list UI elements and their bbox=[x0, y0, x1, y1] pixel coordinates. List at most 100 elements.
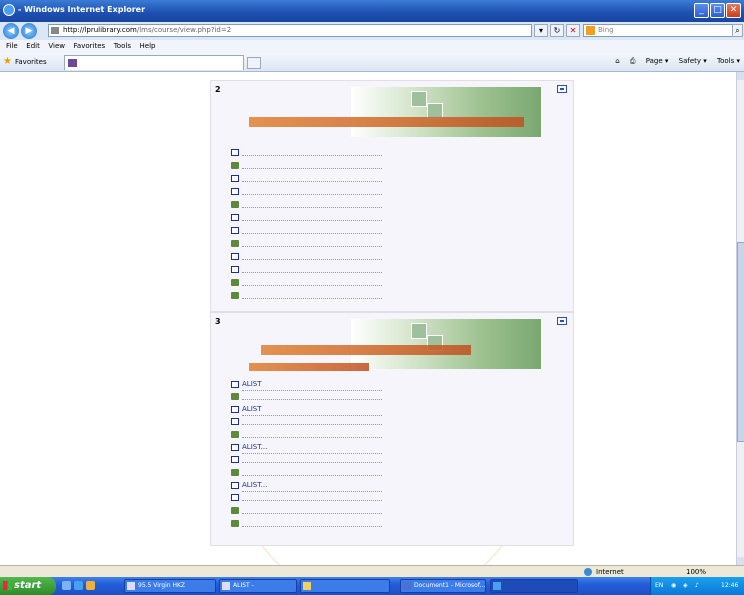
taskbar-item-active[interactable] bbox=[490, 579, 578, 593]
home-icon[interactable]: ⌂ bbox=[615, 57, 619, 65]
site-favicon-icon bbox=[51, 27, 59, 34]
close-button[interactable]: ✕ bbox=[726, 3, 741, 18]
list-item[interactable] bbox=[231, 251, 561, 264]
menu-bar: File Edit View Favorites Tools Help bbox=[0, 40, 744, 54]
taskbar-item[interactable]: 95.5 Virgin HKZ bbox=[124, 579, 216, 593]
list-item[interactable] bbox=[231, 416, 561, 429]
language-indicator[interactable]: EN bbox=[655, 577, 663, 595]
list-item[interactable]: ALIST bbox=[231, 404, 561, 416]
search-button[interactable]: ⌕ bbox=[732, 24, 743, 37]
zoom-level[interactable]: 100% bbox=[686, 568, 706, 576]
search-input[interactable]: Bing bbox=[583, 24, 733, 37]
list-item[interactable] bbox=[231, 199, 561, 212]
course-main-area: 2 3 ALIST ALIST ALIST... ALIST... bbox=[30, 72, 734, 565]
taskbar: start 95.5 Virgin HKZ ALIST - Document1 … bbox=[0, 577, 744, 595]
scroll-down-arrow-icon[interactable] bbox=[737, 557, 744, 565]
taskbar-item[interactable]: ALIST - bbox=[219, 579, 297, 593]
back-button[interactable]: ◀ bbox=[3, 23, 19, 39]
internet-explorer-icon[interactable] bbox=[74, 581, 83, 590]
collapse-icon[interactable] bbox=[557, 85, 567, 93]
section-banner bbox=[231, 319, 541, 371]
course-section-2: 2 bbox=[210, 80, 574, 312]
collapse-icon[interactable] bbox=[557, 317, 567, 325]
quiz-icon bbox=[231, 431, 239, 438]
list-item[interactable] bbox=[231, 147, 561, 160]
section-number: 3 bbox=[215, 317, 221, 326]
list-item[interactable] bbox=[231, 238, 561, 251]
internet-explorer-icon bbox=[493, 582, 501, 590]
menu-view[interactable]: View bbox=[48, 40, 65, 53]
refresh-button[interactable]: ↻ bbox=[550, 24, 564, 37]
section-items bbox=[231, 147, 561, 303]
security-zone: Internet bbox=[596, 568, 624, 576]
list-item[interactable] bbox=[231, 186, 561, 199]
quiz-icon bbox=[231, 393, 239, 400]
page-icon bbox=[231, 175, 239, 182]
page-icon bbox=[231, 188, 239, 195]
quicklaunch-icon[interactable] bbox=[86, 581, 95, 590]
scrollbar-thumb[interactable] bbox=[737, 242, 744, 442]
favorites-star-icon[interactable]: ★ bbox=[3, 57, 12, 67]
maximize-button[interactable]: □ bbox=[710, 3, 725, 18]
address-dropdown-button[interactable]: ▾ bbox=[534, 24, 548, 37]
app-icon bbox=[222, 582, 230, 590]
minimize-button[interactable]: _ bbox=[694, 3, 709, 18]
quiz-icon bbox=[231, 292, 239, 299]
menu-tools[interactable]: Tools bbox=[114, 40, 131, 53]
list-item[interactable]: ALIST bbox=[231, 379, 561, 391]
list-item[interactable] bbox=[231, 505, 561, 518]
list-item[interactable] bbox=[231, 173, 561, 186]
list-item[interactable] bbox=[231, 290, 561, 303]
list-item[interactable] bbox=[231, 212, 561, 225]
taskbar-item[interactable]: Document1 - Microsof... bbox=[400, 579, 486, 593]
start-button[interactable]: start bbox=[0, 577, 56, 595]
scroll-up-arrow-icon[interactable] bbox=[737, 72, 744, 80]
quiz-icon bbox=[231, 240, 239, 247]
list-item[interactable] bbox=[231, 454, 561, 467]
list-item[interactable] bbox=[231, 225, 561, 238]
list-item[interactable] bbox=[231, 492, 561, 505]
safety-menu[interactable]: Safety ▾ bbox=[679, 57, 707, 65]
list-item[interactable] bbox=[231, 264, 561, 277]
new-tab-button[interactable] bbox=[247, 57, 261, 69]
list-item[interactable]: ALIST... bbox=[231, 480, 561, 492]
quiz-icon bbox=[231, 520, 239, 527]
clock: 12:46 bbox=[721, 582, 739, 589]
list-item[interactable] bbox=[231, 467, 561, 480]
menu-help[interactable]: Help bbox=[140, 40, 156, 53]
course-section-3: 3 ALIST ALIST ALIST... ALIST... bbox=[210, 312, 574, 546]
command-bar: ⌂ ⎙ Page ▾ Safety ▾ Tools ▾ bbox=[607, 57, 740, 66]
section-number: 2 bbox=[215, 85, 221, 94]
forward-button[interactable]: ▶ bbox=[21, 23, 37, 39]
section-items: ALIST ALIST ALIST... ALIST... bbox=[231, 379, 561, 531]
list-item[interactable] bbox=[231, 518, 561, 531]
menu-edit[interactable]: Edit bbox=[26, 40, 40, 53]
show-desktop-icon[interactable] bbox=[62, 581, 71, 590]
vertical-scrollbar[interactable] bbox=[736, 72, 744, 565]
menu-favorites[interactable]: Favorites bbox=[74, 40, 106, 53]
tray-icon[interactable]: ◈ bbox=[683, 577, 688, 595]
list-item[interactable] bbox=[231, 429, 561, 442]
stop-button[interactable]: ✕ bbox=[566, 24, 580, 37]
print-icon[interactable]: ⎙ bbox=[630, 57, 636, 65]
favorites-button[interactable]: Favorites bbox=[15, 58, 47, 66]
browser-tab[interactable] bbox=[64, 55, 244, 70]
quiz-icon bbox=[231, 279, 239, 286]
list-item[interactable]: ALIST... bbox=[231, 442, 561, 454]
word-icon bbox=[403, 582, 411, 590]
banner-background bbox=[351, 87, 541, 137]
tools-menu[interactable]: Tools ▾ bbox=[717, 57, 740, 65]
start-label: start bbox=[14, 580, 42, 591]
page-icon bbox=[231, 253, 239, 260]
volume-icon[interactable]: ♪ bbox=[695, 577, 699, 595]
list-item[interactable] bbox=[231, 277, 561, 290]
page-menu[interactable]: Page ▾ bbox=[646, 57, 669, 65]
list-item[interactable] bbox=[231, 391, 561, 404]
list-item[interactable] bbox=[231, 160, 561, 173]
taskbar-item[interactable] bbox=[300, 579, 390, 593]
window-titlebar: - Windows Internet Explorer _ □ ✕ bbox=[0, 0, 744, 22]
page-icon bbox=[231, 482, 239, 489]
menu-file[interactable]: File bbox=[6, 40, 18, 53]
tray-icon[interactable]: ◉ bbox=[671, 577, 676, 595]
address-bar[interactable]: http://lprulibrary.com/lms/course/view.p… bbox=[48, 24, 532, 37]
